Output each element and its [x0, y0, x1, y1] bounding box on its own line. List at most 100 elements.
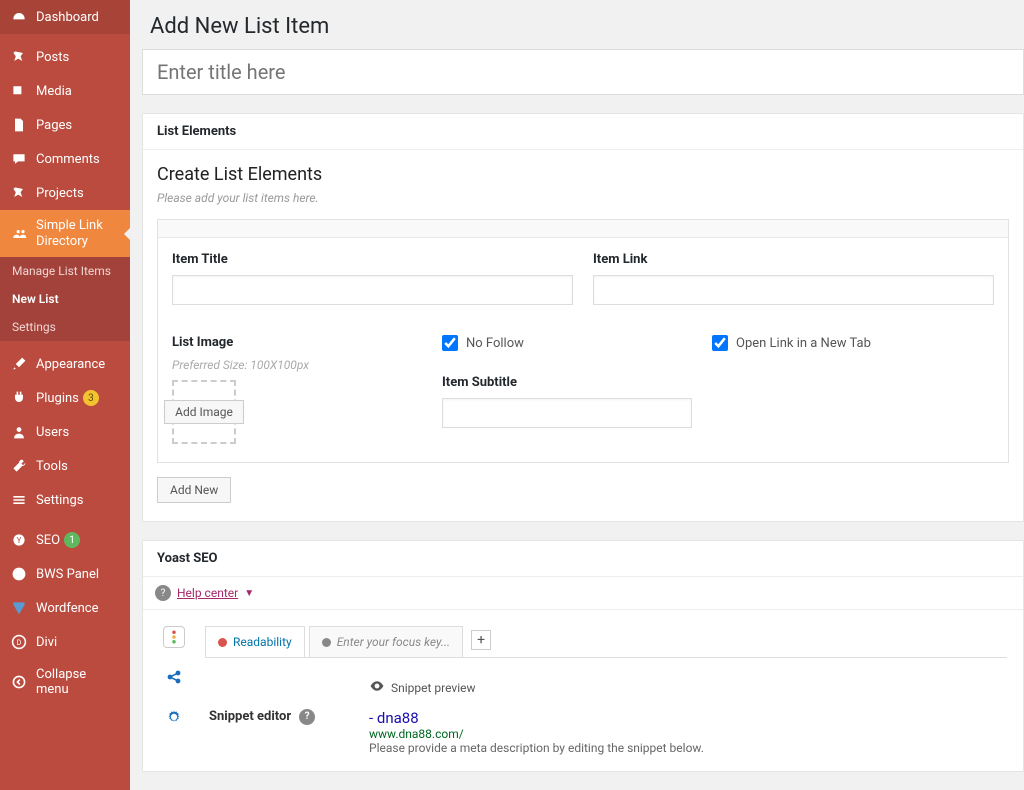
sidebar-item-media[interactable]: Media: [0, 74, 130, 108]
comments-icon: [10, 150, 28, 168]
sidebar-item-settings[interactable]: Settings: [0, 483, 130, 517]
status-dot-icon: [322, 638, 331, 647]
snippet-title: - dna88: [369, 709, 1003, 727]
plug-icon: [10, 389, 28, 407]
help-center-link[interactable]: Help center: [177, 586, 238, 600]
help-icon[interactable]: ?: [299, 709, 315, 725]
item-title-label: Item Title: [172, 252, 573, 267]
sidebar-item-label: SEO: [36, 533, 60, 548]
yoast-help-row: ? Help center ▼: [143, 577, 1023, 610]
newtab-checkbox[interactable]: [712, 335, 728, 351]
sidebar-item-plugins[interactable]: Plugins 3: [0, 381, 130, 415]
item-link-label: Item Link: [593, 252, 994, 267]
snippet-editor-label: Snippet editor ?: [209, 678, 329, 755]
admin-sidebar: Dashboard Posts Media Pages Comments Pro…: [0, 0, 130, 790]
tab-add-button[interactable]: +: [471, 630, 491, 650]
item-subtitle-input[interactable]: [442, 398, 692, 428]
sidebar-item-label: Pages: [36, 118, 72, 133]
tab-focus-keyword[interactable]: Enter your focus key...: [309, 626, 463, 657]
page-title: Add New List Item: [130, 0, 1024, 49]
element-drag-handle[interactable]: [158, 220, 1008, 238]
help-icon: ?: [155, 585, 171, 601]
create-hint: Please add your list items here.: [157, 191, 1009, 205]
image-dropzone[interactable]: Add Image: [172, 380, 236, 444]
sidebar-item-dashboard[interactable]: Dashboard: [0, 0, 130, 34]
sidebar-item-comments[interactable]: Comments: [0, 142, 130, 176]
sidebar-item-label: BWS Panel: [36, 567, 99, 582]
bws-icon: [10, 565, 28, 583]
item-link-input[interactable]: [593, 275, 994, 305]
create-heading: Create List Elements: [157, 164, 1009, 185]
list-elements-box: List Elements Create List Elements Pleas…: [142, 113, 1024, 522]
svg-text:D: D: [17, 638, 22, 647]
gear-icon[interactable]: [163, 706, 185, 728]
sidebar-item-label: Media: [36, 84, 72, 99]
yoast-icon: Y: [10, 531, 28, 549]
sliders-icon: [10, 491, 28, 509]
eye-icon: [369, 678, 385, 697]
tab-readability[interactable]: Readability: [205, 626, 305, 657]
sidebar-item-bws[interactable]: BWS Panel: [0, 557, 130, 591]
newtab-label: Open Link in a New Tab: [736, 336, 871, 351]
chevron-down-icon: ▼: [244, 588, 254, 599]
newtab-checkbox-row[interactable]: Open Link in a New Tab: [712, 335, 994, 351]
yoast-vertical-tabs: [159, 626, 189, 755]
sidebar-item-simple-link-directory[interactable]: Simple Link Directory: [0, 210, 130, 257]
pin-icon: [10, 48, 28, 66]
sidebar-sub-manage-list[interactable]: Manage List Items: [0, 257, 130, 285]
sidebar-item-projects[interactable]: Projects: [0, 176, 130, 210]
nofollow-checkbox-row[interactable]: No Follow: [442, 335, 692, 351]
people-icon: [10, 225, 28, 243]
add-image-button[interactable]: Add Image: [164, 400, 244, 424]
sidebar-item-collapse[interactable]: Collapse menu: [0, 659, 130, 705]
list-element-item: Item Title Item Link List Image: [157, 219, 1009, 463]
brush-icon: [10, 355, 28, 373]
snippet-preview[interactable]: - dna88 www.dna88.com/ Please provide a …: [369, 709, 1003, 755]
sidebar-sub-new-list[interactable]: New List: [0, 285, 130, 313]
sidebar-item-label: Users: [36, 425, 69, 440]
sidebar-item-label: Appearance: [36, 357, 105, 372]
sidebar-item-label: Tools: [36, 459, 68, 474]
pages-icon: [10, 116, 28, 134]
sidebar-item-posts[interactable]: Posts: [0, 40, 130, 74]
nofollow-checkbox[interactable]: [442, 335, 458, 351]
sidebar-sub-settings[interactable]: Settings: [0, 313, 130, 341]
sidebar-submenu: Manage List Items New List Settings: [0, 257, 130, 341]
yoast-seo-box: Yoast SEO ? Help center ▼: [142, 540, 1024, 772]
sidebar-item-label: Simple Link Directory: [36, 218, 120, 249]
sidebar-item-label: Wordfence: [36, 601, 99, 616]
sidebar-item-wordfence[interactable]: Wordfence: [0, 591, 130, 625]
item-title-input[interactable]: [172, 275, 573, 305]
sidebar-item-label: Dashboard: [36, 10, 99, 25]
share-icon[interactable]: [163, 666, 185, 688]
traffic-light-icon[interactable]: [163, 626, 185, 648]
sidebar-item-label: Projects: [36, 186, 84, 201]
sidebar-item-divi[interactable]: D Divi: [0, 625, 130, 659]
pin-icon: [10, 184, 28, 202]
sidebar-item-label: Plugins: [36, 391, 79, 406]
sidebar-item-label: Posts: [36, 50, 69, 65]
status-dot-icon: [218, 638, 227, 647]
seo-badge: 1: [64, 532, 80, 548]
collapse-icon: [10, 673, 28, 691]
sidebar-item-label: Comments: [36, 152, 100, 167]
sidebar-item-appearance[interactable]: Appearance: [0, 347, 130, 381]
wordfence-icon: [10, 599, 28, 617]
nofollow-label: No Follow: [466, 336, 524, 351]
main-content: Add New List Item List Elements Create L…: [130, 0, 1024, 790]
sidebar-item-seo[interactable]: Y SEO 1: [0, 523, 130, 557]
add-new-button[interactable]: Add New: [157, 477, 231, 503]
sidebar-item-pages[interactable]: Pages: [0, 108, 130, 142]
user-icon: [10, 423, 28, 441]
sidebar-item-tools[interactable]: Tools: [0, 449, 130, 483]
sidebar-item-label: Collapse menu: [36, 667, 120, 697]
image-hint: Preferred Size: 100X100px: [172, 358, 422, 372]
item-subtitle-label: Item Subtitle: [442, 375, 692, 390]
wrench-icon: [10, 457, 28, 475]
dashboard-icon: [10, 8, 28, 26]
sidebar-item-label: Settings: [36, 493, 83, 508]
post-title-input[interactable]: [142, 49, 1024, 95]
snippet-url: www.dna88.com/: [369, 727, 1003, 741]
sidebar-item-users[interactable]: Users: [0, 415, 130, 449]
list-image-label: List Image: [172, 335, 422, 350]
